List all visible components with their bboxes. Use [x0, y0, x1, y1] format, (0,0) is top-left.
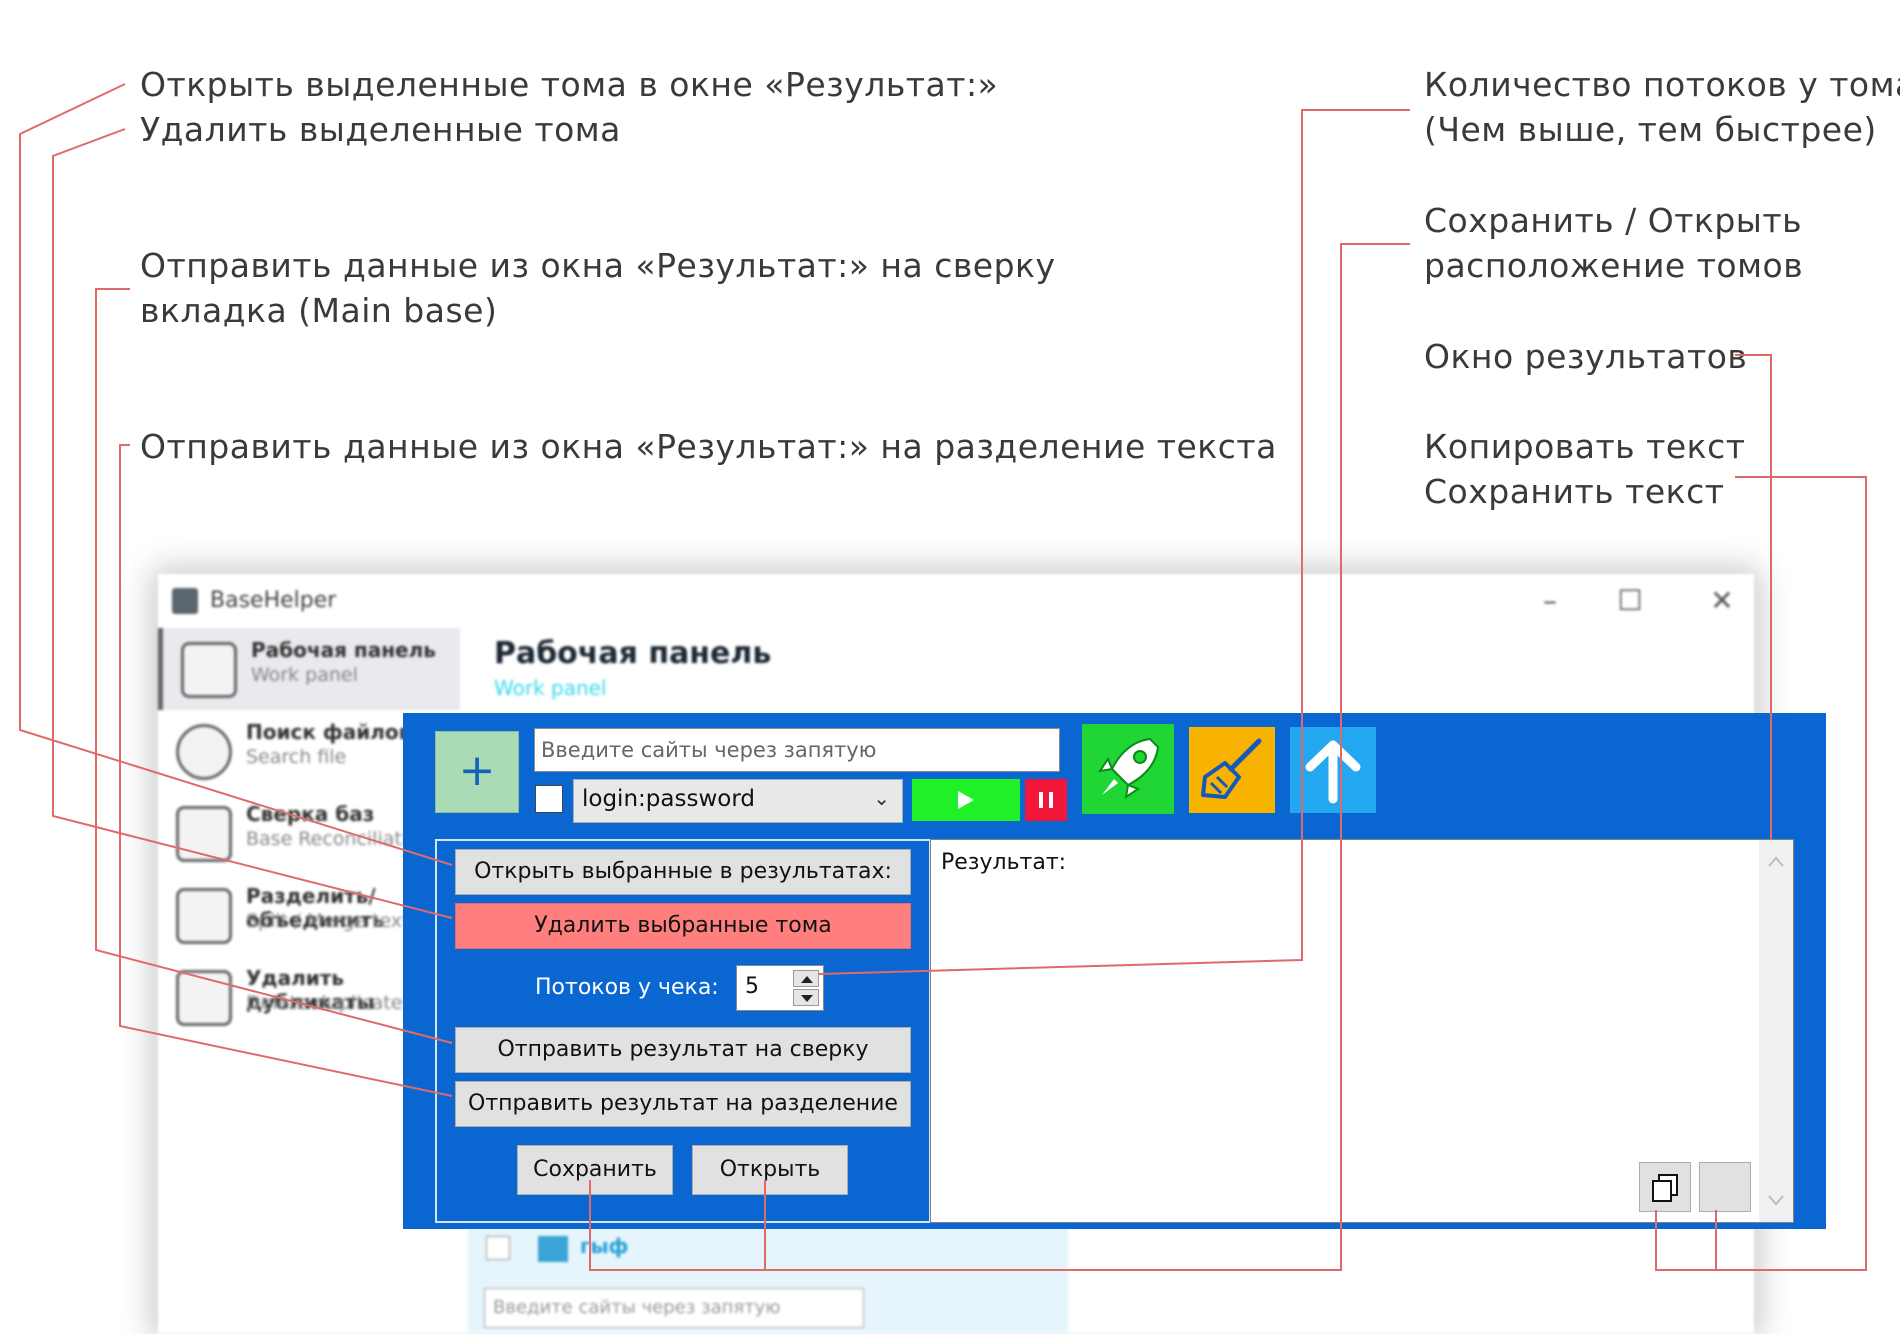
rocket-icon	[1097, 737, 1160, 800]
pause-icon	[1039, 792, 1053, 808]
copy-text-button[interactable]	[1639, 1162, 1691, 1212]
second-task-sites-input[interactable]: Введите сайты через запятую	[484, 1288, 864, 1328]
annotation-save-open: Сохранить / Открыть	[1424, 201, 1803, 240]
window-title: BaseHelper	[210, 588, 337, 613]
broom-icon	[1201, 738, 1262, 799]
stepper-down-icon[interactable]	[793, 989, 819, 1006]
compare-icon	[176, 806, 232, 862]
page-subtitle: Work panel	[494, 676, 607, 700]
second-task-name: гыф	[580, 1234, 629, 1258]
annotation-send-reconcile-tab: вкладка (Main base)	[140, 291, 498, 330]
maximize-button[interactable]: ☐	[1600, 578, 1660, 624]
format-select-value: login:password	[582, 786, 755, 812]
start-button[interactable]	[912, 779, 1020, 821]
threads-stepper[interactable]: 5	[736, 965, 824, 1011]
page-title: Рабочая панель	[494, 636, 772, 671]
clear-button[interactable]	[1189, 727, 1275, 813]
puzzle-icon	[176, 888, 232, 944]
work-panel: + login:password ⌄	[403, 713, 1826, 1229]
sliders-icon	[181, 642, 237, 698]
sidebar-item-title: Рабочая панель	[251, 638, 436, 662]
app-logo-icon	[172, 588, 198, 614]
sidebar-item-subtitle: Delete duplicates	[246, 992, 413, 1014]
open-button[interactable]: Открыть	[692, 1145, 848, 1195]
delete-duplicates-icon	[176, 970, 232, 1026]
upload-button[interactable]	[1290, 727, 1376, 813]
arrow-up-icon	[1305, 740, 1361, 804]
play-icon	[958, 791, 974, 809]
send-to-split-button[interactable]: Отправить результат на разделение	[455, 1081, 911, 1127]
format-select[interactable]: login:password ⌄	[573, 779, 903, 823]
save-text-button[interactable]	[1699, 1162, 1751, 1212]
scroll-up-icon[interactable]	[1759, 846, 1793, 876]
second-task-row: гыф Введите сайты через запятую	[468, 1222, 1068, 1332]
rocket-button[interactable]	[1082, 724, 1174, 814]
chevron-down-icon: ⌄	[873, 786, 890, 810]
close-button[interactable]: ✕	[1692, 578, 1752, 624]
open-selected-button[interactable]: Открыть выбранные в результатах:	[455, 849, 911, 895]
annotation-send-split: Отправить данные из окна «Результат:» на…	[140, 427, 1277, 466]
annotation-threads-hint: (Чем выше, тем быстрее)	[1424, 110, 1877, 149]
result-scrollbar[interactable]	[1759, 840, 1793, 1222]
sidebar-item-subtitle: Search file	[246, 746, 347, 768]
annotation-result-window: Окно результатов	[1424, 337, 1748, 376]
pause-button[interactable]	[1025, 779, 1067, 821]
add-task-button[interactable]: +	[435, 731, 519, 813]
second-task-checkbox[interactable]	[486, 1236, 510, 1260]
actions-group: Открыть выбранные в результатах: Удалить…	[435, 839, 931, 1223]
save-button[interactable]: Сохранить	[517, 1145, 673, 1195]
threads-label: Потоков у чека:	[535, 975, 719, 1000]
copy-icon	[1652, 1174, 1678, 1202]
sidebar-item-work-panel[interactable]: Рабочая панель Work panel	[158, 628, 460, 710]
annotation-open-selected: Открыть выделенные тома в окне «Результа…	[140, 65, 999, 104]
sidebar-item-subtitle: Work panel	[251, 664, 358, 686]
send-to-reconcile-button[interactable]: Отправить результат на сверку	[455, 1027, 911, 1073]
sidebar-item-title: Поиск файлов	[246, 720, 412, 744]
task-checkbox[interactable]	[535, 785, 563, 813]
title-bar: BaseHelper – ☐ ✕	[158, 574, 1754, 628]
scroll-down-icon[interactable]	[1759, 1186, 1793, 1216]
annotation-save-text: Сохранить текст	[1424, 472, 1725, 511]
stepper-up-icon[interactable]	[793, 970, 819, 987]
minimize-button[interactable]: –	[1520, 578, 1580, 624]
annotation-threads: Количество потоков у тома	[1424, 65, 1900, 104]
annotation-save-open-location: расположение томов	[1424, 246, 1804, 285]
result-label: Результат:	[941, 850, 1067, 875]
annotation-send-reconcile: Отправить данные из окна «Результат:» на…	[140, 246, 1056, 285]
result-textarea[interactable]: Результат:	[930, 839, 1794, 1223]
threads-value: 5	[745, 974, 759, 999]
sites-input[interactable]	[534, 728, 1060, 772]
magnifier-icon	[176, 724, 232, 780]
annotation-copy-text: Копировать текст	[1424, 427, 1746, 466]
second-task-color-icon	[538, 1236, 568, 1262]
sidebar-item-subtitle: Split / Merge text	[246, 910, 410, 932]
sidebar-item-title: Сверка баз	[246, 802, 375, 826]
annotation-delete-selected: Удалить выделенные тома	[140, 110, 621, 149]
delete-selected-button[interactable]: Удалить выбранные тома	[455, 903, 911, 949]
